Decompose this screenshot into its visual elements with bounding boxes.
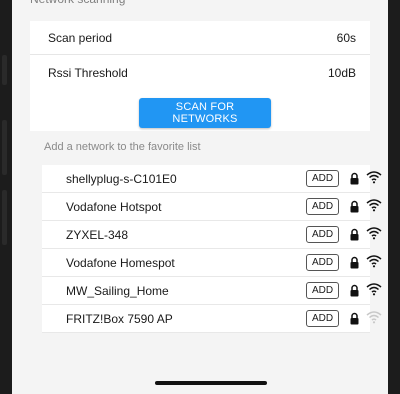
phone-rim-right: [388, 0, 400, 394]
wifi-icon: [366, 283, 382, 296]
network-name: FRITZ!Box 7590 AP: [66, 312, 173, 326]
phone-frame: Network scanning Scan period 60s Rssi Th…: [0, 0, 400, 394]
add-network-button[interactable]: ADD: [306, 170, 339, 187]
rssi-threshold-row[interactable]: Rssi Threshold 10dB: [30, 56, 370, 90]
wifi-icon: [366, 255, 382, 268]
network-row: ZYXEL-348 ADD: [42, 221, 382, 249]
add-network-button[interactable]: ADD: [306, 226, 339, 243]
scan-period-label: Scan period: [48, 30, 113, 45]
lock-icon: [350, 228, 359, 241]
scan-period-value: 60s: [336, 30, 356, 45]
add-network-button[interactable]: ADD: [306, 282, 339, 299]
lock-icon: [350, 200, 359, 213]
wifi-icon: [366, 199, 382, 212]
volume-down-button: [2, 190, 7, 245]
network-name: ZYXEL-348: [66, 228, 129, 242]
lock-icon: [350, 312, 359, 325]
home-indicator[interactable]: [155, 381, 267, 385]
scan-for-networks-button[interactable]: SCAN FOR NETWORKS: [139, 98, 271, 128]
add-network-button[interactable]: ADD: [306, 254, 339, 271]
rssi-threshold-value: 10dB: [327, 66, 356, 80]
network-name: MW_Sailing_Home: [66, 284, 169, 298]
wifi-icon: [366, 227, 382, 240]
network-row: MW_Sailing_Home ADD: [42, 277, 382, 305]
favorite-list-section-label: Add a network to the favorite list: [44, 141, 201, 153]
lock-icon: [350, 256, 359, 269]
add-network-button[interactable]: ADD: [306, 310, 339, 327]
scan-period-row[interactable]: Scan period 60s: [30, 21, 370, 55]
add-network-button[interactable]: ADD: [306, 198, 339, 215]
lock-icon: [350, 284, 359, 297]
network-row: Vodafone Homespot ADD: [42, 249, 382, 277]
network-row: shellyplug-s-C101E0 ADD: [42, 165, 382, 193]
network-list: shellyplug-s-C101E0 ADD Vodafone Hotspot AD…: [42, 165, 382, 333]
network-row: Vodafone Hotspot ADD: [42, 193, 382, 221]
network-name: shellyplug-s-C101E0: [66, 172, 177, 186]
rssi-threshold-label: Rssi Threshold: [48, 66, 128, 80]
mute-switch: [2, 55, 7, 85]
network-name: Vodafone Hotspot: [66, 200, 162, 214]
lock-icon: [350, 172, 359, 185]
volume-up-button: [2, 120, 7, 175]
wifi-icon: [366, 311, 382, 324]
network-row: FRITZ!Box 7590 AP ADD: [42, 305, 382, 333]
scan-settings-card: Scan period 60s Rssi Threshold 10dB SCAN…: [30, 21, 370, 131]
app-screen: Network scanning Scan period 60s Rssi Th…: [12, 0, 388, 394]
network-name: Vodafone Homespot: [66, 256, 175, 270]
wifi-icon: [366, 171, 382, 184]
section-title-network-scanning: Network scanning: [30, 0, 370, 12]
